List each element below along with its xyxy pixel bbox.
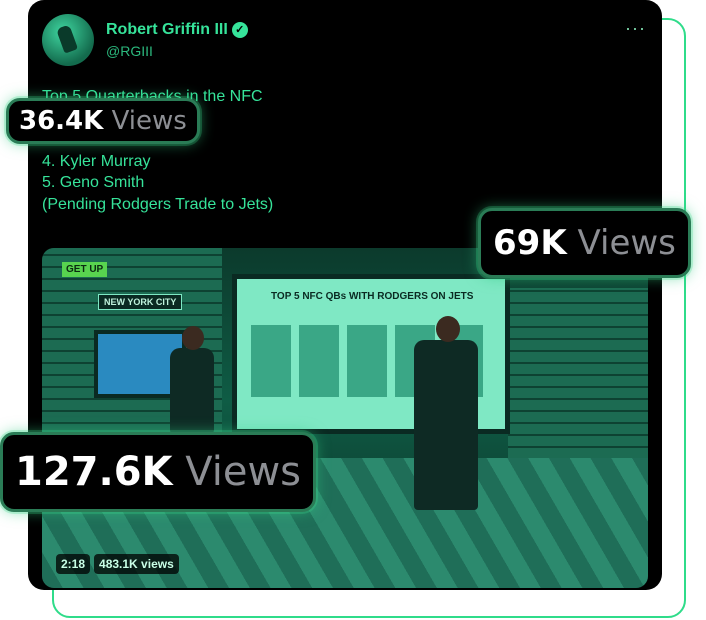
screen-slot [299, 325, 339, 397]
video-duration: 2:18 [56, 554, 91, 574]
views-label: Views [577, 223, 676, 263]
tweet-line: 4. Kyler Murray [42, 152, 151, 170]
avatar-figure [55, 24, 79, 54]
verified-badge-icon: ✓ [231, 21, 248, 38]
video-stats: 2:18 483.1K views [56, 554, 179, 574]
video-views: 483.1K views [94, 554, 179, 574]
host-left-head [182, 326, 204, 350]
host-left [170, 348, 214, 434]
views-number: 36.4K [19, 106, 104, 136]
tweet-line: (Pending Rodgers Trade to Jets) [42, 195, 274, 213]
views-number: 69K [493, 223, 567, 263]
screen-slot [251, 325, 291, 397]
author-avatar[interactable] [42, 14, 94, 66]
author-handle[interactable]: @RGIII [106, 43, 153, 59]
views-label: Views [185, 449, 302, 495]
city-sign: NEW YORK CITY [98, 294, 183, 310]
author-name[interactable]: Robert Griffin III ✓ [106, 21, 248, 39]
views-badge-small: 36.4K Views [6, 98, 200, 144]
host-center-head [436, 316, 460, 342]
tweet-line: 5. Geno Smith [42, 174, 145, 191]
screen-title: TOP 5 NFC QBs WITH RODGERS ON JETS [271, 291, 474, 302]
views-badge-large: 127.6K Views [0, 432, 317, 512]
screen-slot [347, 325, 387, 397]
views-number: 127.6K [15, 449, 173, 495]
host-center [414, 340, 478, 510]
author-name-text[interactable]: Robert Griffin III [106, 21, 228, 38]
getup-tag: GET UP [62, 262, 108, 277]
views-label: Views [111, 106, 187, 136]
video-player[interactable]: GET UP NEW YORK CITY TOP 5 NFC QBs WITH … [42, 248, 648, 588]
brick-wall-right [508, 288, 648, 458]
views-badge-medium: 69K Views [478, 208, 691, 278]
more-options-icon[interactable]: ··· [625, 18, 646, 39]
